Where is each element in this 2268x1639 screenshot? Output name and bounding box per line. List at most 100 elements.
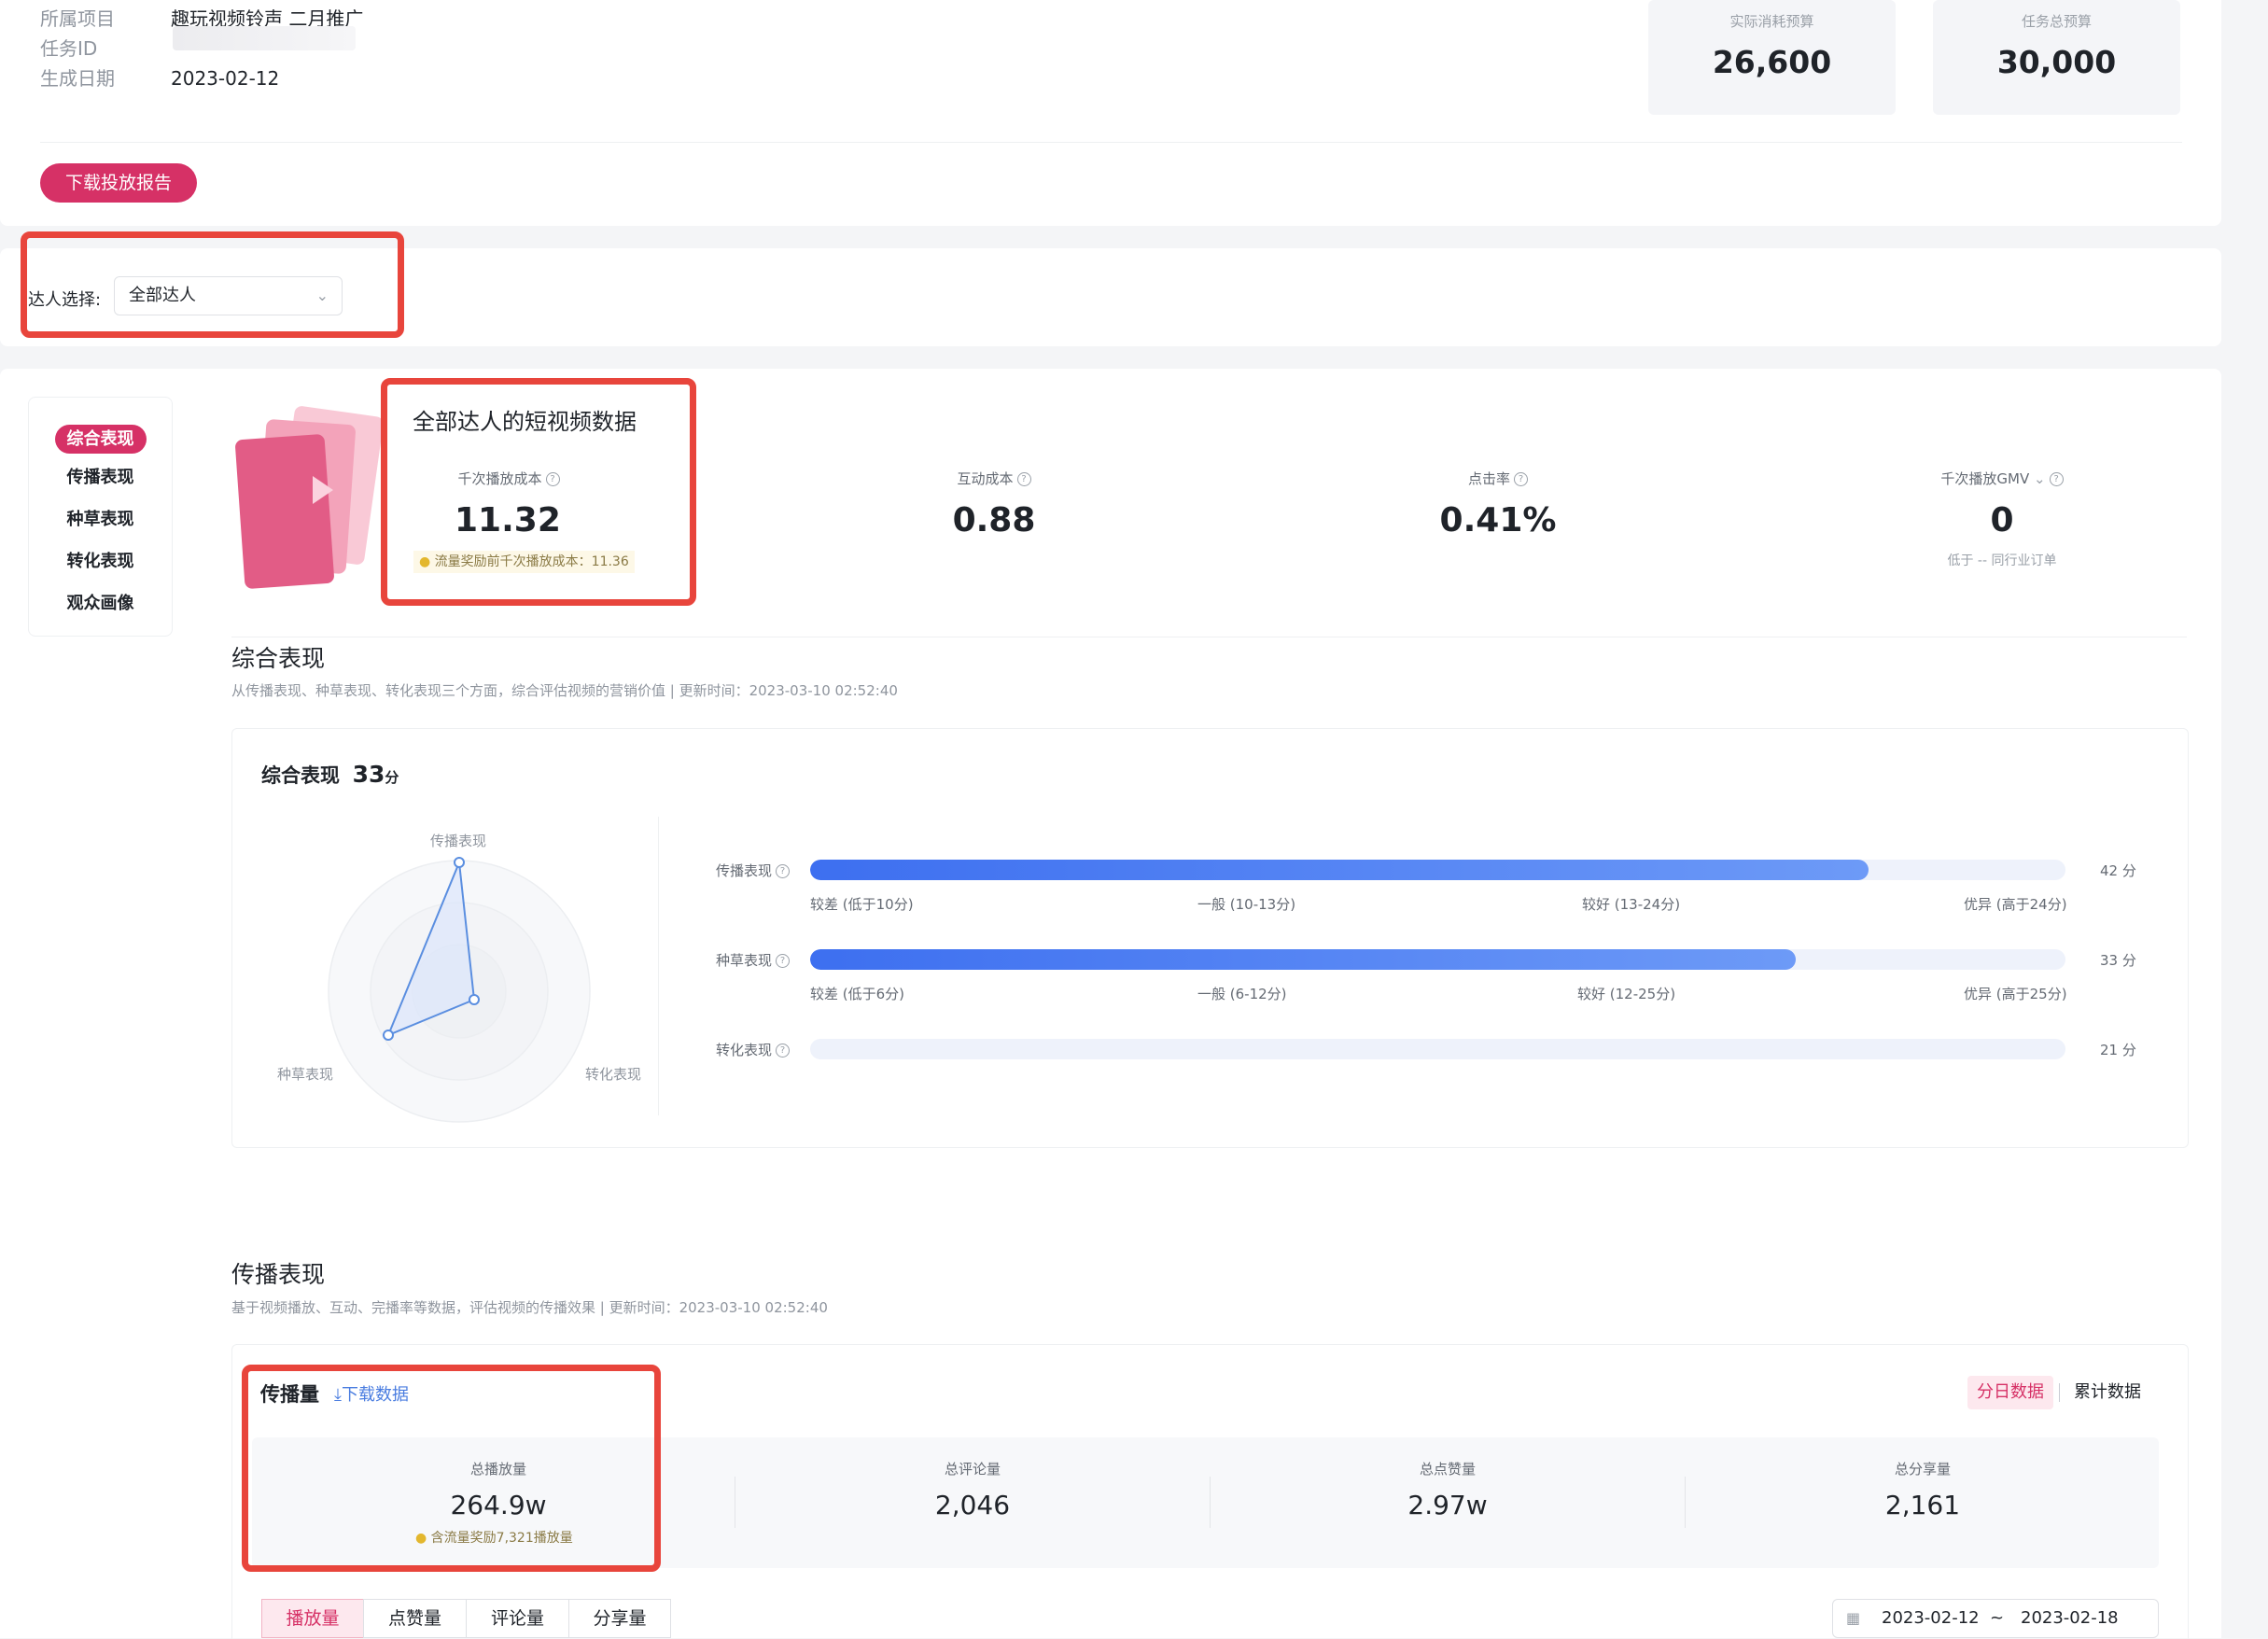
bar-track-spread <box>810 860 2065 880</box>
tab-shares[interactable]: 分享量 <box>568 1599 671 1638</box>
bar-track-conversion <box>810 1039 2065 1059</box>
task-id-redacted <box>173 26 356 50</box>
date-label: 生成日期 <box>40 67 115 90</box>
metric-interaction-cost: 互动成本? 0.88 <box>901 469 1087 539</box>
actual-budget-value: 26,600 <box>1712 44 1832 80</box>
bar-track-seeding <box>810 949 2065 970</box>
overall-score-heading: 综合表现 33分 <box>261 761 399 789</box>
radar-label-spread: 传播表现 <box>430 833 487 849</box>
creator-select[interactable]: 全部达人 ⌄ <box>114 276 343 315</box>
bar-label-seeding-text: 种草表现 <box>716 952 773 969</box>
metric-gmv-label: 千次播放GMV <box>1940 470 2030 487</box>
overall-score-value: 33 <box>352 761 385 788</box>
spread-card-title: 传播量 <box>260 1383 319 1406</box>
nav-spread[interactable]: 传播表现 <box>29 464 172 488</box>
bar-score-spread: 42 分 <box>2100 862 2136 879</box>
help-icon[interactable]: ? <box>776 954 791 968</box>
metric-ctr-value: 0.41% <box>1439 501 1557 539</box>
download-data-link[interactable]: ⤓下载数据 <box>334 1381 409 1406</box>
project-label: 所属项目 <box>40 7 115 30</box>
help-icon[interactable]: ? <box>2049 472 2064 486</box>
total-budget: 任务总预算 30,000 <box>1933 0 2180 115</box>
stat-total-comments: 总评论量 2,046 <box>735 1459 1210 1520</box>
bar-score-seeding: 33 分 <box>2100 952 2136 969</box>
radar-point <box>383 1030 394 1041</box>
toggle-daily[interactable]: 分日数据 <box>1967 1376 2053 1409</box>
filter-label: 达人选择: <box>28 290 102 310</box>
radar-label-seeding: 种草表现 <box>277 1066 334 1083</box>
bar-score-conversion: 21 分 <box>2100 1042 2136 1058</box>
metric-gmv-note: 低于 -- 同行业订单 <box>1947 553 2057 568</box>
bar-tick: 较好 (13-24分) <box>1582 896 1681 913</box>
metric-cpm-value: 11.32 <box>455 501 561 539</box>
toggle-separator <box>2059 1383 2060 1402</box>
metric-interaction-cost-value: 0.88 <box>952 501 1036 539</box>
side-nav: 综合表现 传播表现 种草表现 转化表现 观众画像 <box>28 397 173 637</box>
info-divider <box>40 142 2182 143</box>
spread-section-desc: 基于视频播放、互动、完播率等数据，评估视频的传播效果 | 更新时间：2023-0… <box>231 1299 828 1316</box>
radar-label-conversion: 转化表现 <box>585 1066 642 1083</box>
overall-score-unit: 分 <box>385 769 399 786</box>
bar-tick: 较差 (低于6分) <box>810 986 905 1002</box>
bar-tick: 较好 (12-25分) <box>1577 986 1676 1002</box>
tab-plays[interactable]: 播放量 <box>261 1599 364 1638</box>
tab-comments[interactable]: 评论量 <box>466 1599 569 1638</box>
help-icon[interactable]: ? <box>545 472 560 486</box>
actual-budget: 实际消耗预算 26,600 <box>1648 0 1896 115</box>
stat-total-plays: 总播放量 264.9w <box>252 1459 745 1520</box>
date-row: 生成日期 2023-02-12 <box>40 63 279 91</box>
stat-total-shares-label: 总分享量 <box>1894 1461 1951 1478</box>
help-icon[interactable]: ? <box>776 864 791 878</box>
radar-chart <box>328 857 591 1123</box>
bar-tick: 优异 (高于24分) <box>1964 896 2067 913</box>
video-cards-illustration <box>235 406 384 589</box>
chevron-down-icon[interactable]: ⌄ <box>2034 470 2046 487</box>
date-to: 2023-02-18 <box>2021 1608 2119 1628</box>
stat-total-comments-label: 总评论量 <box>944 1461 1001 1478</box>
date-from: 2023-02-12 <box>1882 1608 1980 1628</box>
bar-label-conversion-text: 转化表现 <box>716 1042 773 1058</box>
overall-score-title: 综合表现 <box>261 764 340 787</box>
task-info-card: 所属项目 趣玩视频铃声 二月推广 任务ID 生成日期 2023-02-12 实际消耗… <box>0 0 2221 226</box>
toggle-cumulative[interactable]: 累计数据 <box>2074 1376 2141 1409</box>
bar-tick: 一般 (6-12分) <box>1197 986 1287 1002</box>
help-icon[interactable]: ? <box>776 1044 791 1058</box>
date-value: 2023-02-12 <box>171 67 280 90</box>
metric-interaction-cost-label: 互动成本 <box>957 470 1014 487</box>
summary-title: 全部达人的短视频数据 <box>413 409 637 435</box>
nav-overall-label: 综合表现 <box>54 425 147 454</box>
date-range-picker[interactable]: ▦ 2023-02-12 ~ 2023-02-18 <box>1832 1599 2159 1638</box>
metric-ctr-label: 点击率 <box>1467 470 1510 487</box>
radar-point <box>454 857 465 868</box>
metric-cpm: 千次播放成本? 11.32 <box>411 469 607 539</box>
download-icon: ⤓ <box>334 1385 342 1405</box>
actual-budget-label: 实际消耗预算 <box>1729 13 1814 30</box>
stat-total-plays-value: 264.9w <box>450 1490 547 1520</box>
stat-total-likes: 总点赞量 2.97w <box>1211 1459 1685 1520</box>
bar-tick: 较差 (低于10分) <box>810 896 914 913</box>
nav-audience[interactable]: 观众画像 <box>29 590 172 614</box>
tab-likes[interactable]: 点赞量 <box>363 1599 467 1638</box>
nav-overall[interactable]: 综合表现 <box>29 425 172 454</box>
stat-total-comments-value: 2,046 <box>934 1490 1011 1520</box>
spread-section-title: 传播表现 <box>231 1261 326 1288</box>
date-separator: ~ <box>1990 1608 2005 1628</box>
score-divider <box>658 817 659 1115</box>
bulb-icon: ● <box>419 554 431 569</box>
help-icon[interactable]: ? <box>1514 472 1528 486</box>
bar-label-spread-text: 传播表现 <box>716 862 773 879</box>
download-data-text: 下载数据 <box>341 1385 409 1405</box>
task-id-row: 任务ID <box>40 34 171 61</box>
chevron-down-icon: ⌄ <box>315 287 329 304</box>
metric-gmv-value: 0 <box>1990 501 2014 539</box>
help-icon[interactable]: ? <box>1016 472 1031 486</box>
nav-conversion[interactable]: 转化表现 <box>29 548 172 572</box>
nav-seeding[interactable]: 种草表现 <box>29 506 172 530</box>
download-report-button[interactable]: 下载投放报告 <box>40 163 197 203</box>
radar-point <box>469 994 480 1005</box>
metric-gmv: 千次播放GMV ⌄? 0 低于 -- 同行业订单 <box>1904 469 2100 569</box>
overall-section-desc: 从传播表现、种草表现、转化表现三个方面，综合评估视频的营销价值 | 更新时间：2… <box>231 682 898 699</box>
stat-total-likes-value: 2.97w <box>1407 1490 1488 1520</box>
bar-label-spread: 传播表现? <box>716 861 791 880</box>
bar-tick: 一般 (10-13分) <box>1197 896 1296 913</box>
